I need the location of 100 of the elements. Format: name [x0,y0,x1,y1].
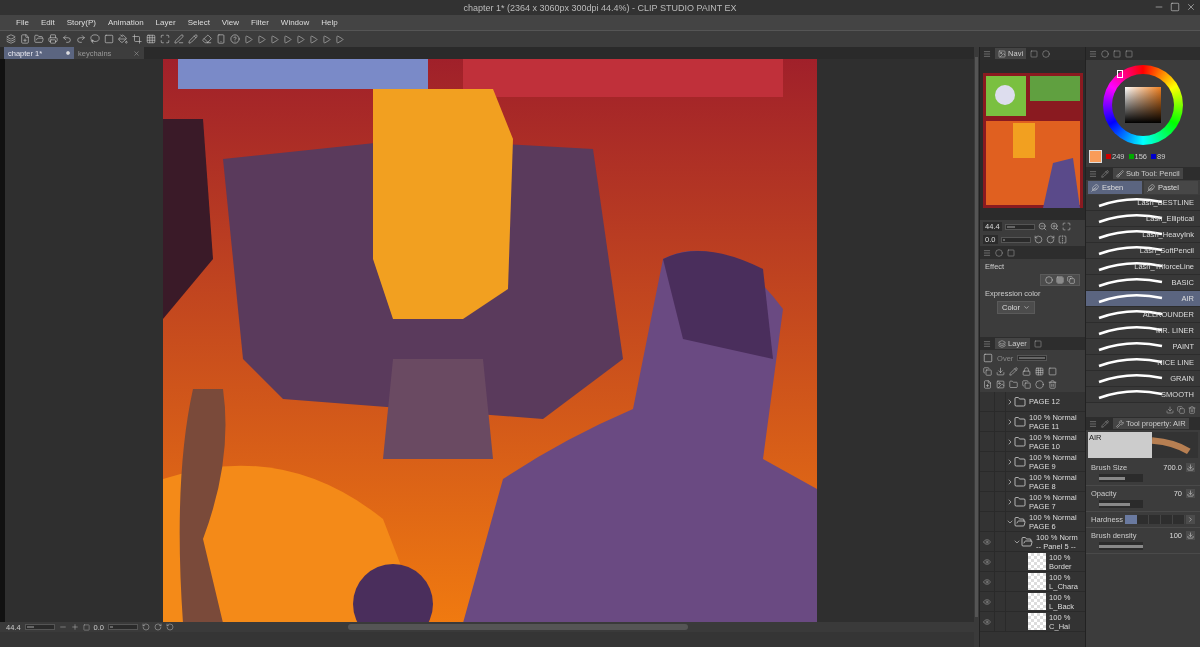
reference-icon[interactable] [996,367,1006,376]
effect-buttons[interactable] [1040,274,1080,286]
reset-icon[interactable] [166,623,175,631]
property-button[interactable] [1186,531,1195,540]
rotate-right-icon[interactable] [154,623,163,631]
pencil-icon[interactable] [188,34,198,44]
caret-icon [1023,304,1031,311]
delete-icon[interactable] [1188,406,1196,414]
clip-icon[interactable] [983,367,993,376]
fit-icon[interactable] [82,623,90,631]
delete-icon[interactable] [1048,380,1058,389]
grid-icon[interactable] [1056,276,1064,284]
folder-icon [1014,495,1027,508]
eraser-icon[interactable] [202,34,212,44]
crop-icon[interactable] [132,34,142,44]
tablet-icon[interactable] [216,34,226,44]
maximize-icon[interactable] [1170,2,1180,12]
copy-icon[interactable] [1177,406,1185,414]
pen-icon [1091,183,1099,192]
menu-icon[interactable] [983,339,992,348]
menu-icon[interactable] [1089,419,1097,428]
circle-icon[interactable] [1045,276,1053,284]
rotate-left-icon[interactable] [142,623,151,631]
export-icon[interactable] [48,34,58,44]
color-wheel-tab-icon[interactable] [1101,49,1109,58]
rotation-slider[interactable] [1000,236,1031,243]
menu-item[interactable]: Story(P) [60,18,103,27]
visibility-toggle[interactable] [980,552,996,571]
menu-item[interactable]: Window [274,18,316,27]
paint-bucket-icon[interactable] [118,34,128,44]
menu-item[interactable]: File [10,18,35,27]
square-icon[interactable] [104,34,114,44]
draft-icon[interactable] [1009,367,1019,376]
visibility-toggle[interactable] [980,612,996,631]
pen-icon[interactable] [1101,419,1109,428]
undo-icon[interactable] [62,34,72,44]
transfer-icon[interactable] [1022,380,1032,389]
folder-icon[interactable] [34,34,44,44]
scrollbar[interactable] [348,624,689,630]
fit-icon[interactable] [1061,222,1071,231]
layers-icon[interactable] [6,34,16,44]
menu-item[interactable]: Layer [149,18,182,27]
grid-icon[interactable] [146,34,156,44]
flip-icon[interactable] [1057,235,1067,244]
menu-item[interactable]: Help [315,18,344,27]
pen-line-icon[interactable] [174,34,184,44]
ruler-icon[interactable] [1048,367,1058,376]
property-slider[interactable] [1099,474,1143,482]
rotate-left-icon[interactable] [1033,235,1043,244]
color-square[interactable] [1125,87,1161,123]
menu-icon[interactable] [983,248,992,257]
redo-icon[interactable] [76,34,86,44]
zoom-out-icon[interactable] [1037,222,1047,231]
download-icon [1187,464,1194,471]
mask-icon[interactable] [1035,380,1045,389]
layer-thumbnail [1028,613,1047,630]
hardness-steps[interactable] [1124,515,1185,524]
expand-button[interactable] [1186,515,1195,524]
zoom-out-icon[interactable] [58,623,67,631]
pen-icon[interactable] [1101,169,1109,178]
new-vector-icon[interactable] [996,380,1006,389]
copy-icon[interactable] [1067,276,1075,284]
menu-icon[interactable] [983,49,992,58]
import-icon[interactable] [1166,406,1174,414]
folder-icon [1021,535,1034,548]
new-file-icon[interactable] [20,34,30,44]
maximize-icon[interactable] [160,34,170,44]
scrollbar[interactable] [975,57,979,617]
visibility-toggle[interactable] [980,572,996,591]
lasso-icon[interactable] [90,34,100,44]
lock-icon[interactable] [1022,367,1032,376]
zoom-slider[interactable] [24,624,55,630]
menu-item[interactable]: View [215,18,246,27]
menu-item[interactable]: Animation [102,18,150,27]
menu-item[interactable]: Filter [245,18,275,27]
menu-item[interactable]: Edit [34,18,61,27]
close-icon[interactable] [1186,2,1196,12]
zoom-in-icon[interactable] [70,623,79,631]
folder-icon [1014,475,1027,488]
rotate-right-icon[interactable] [1045,235,1055,244]
property-button[interactable] [1186,489,1195,498]
menu-item[interactable]: Select [181,18,216,27]
layer-color-icon[interactable] [983,353,994,363]
property-button[interactable] [1186,463,1195,472]
new-folder-icon[interactable] [1009,380,1019,389]
menu-icon[interactable] [1089,49,1097,58]
property-slider[interactable] [1099,500,1143,508]
main-color-swatch[interactable] [1089,149,1102,163]
rotation-slider[interactable] [108,624,139,630]
new-layer-icon[interactable] [983,380,993,389]
panel-tab-icon[interactable] [1033,339,1042,348]
help-icon[interactable] [230,34,240,44]
close-icon[interactable] [133,49,140,57]
zoom-in-icon[interactable] [1049,222,1059,231]
mask-icon[interactable] [1035,367,1045,376]
visibility-toggle[interactable] [980,592,996,611]
menu-icon[interactable] [1089,169,1097,178]
hue-marker[interactable] [1117,70,1123,78]
zoom-slider[interactable] [1004,223,1035,230]
visibility-toggle[interactable] [980,532,996,551]
